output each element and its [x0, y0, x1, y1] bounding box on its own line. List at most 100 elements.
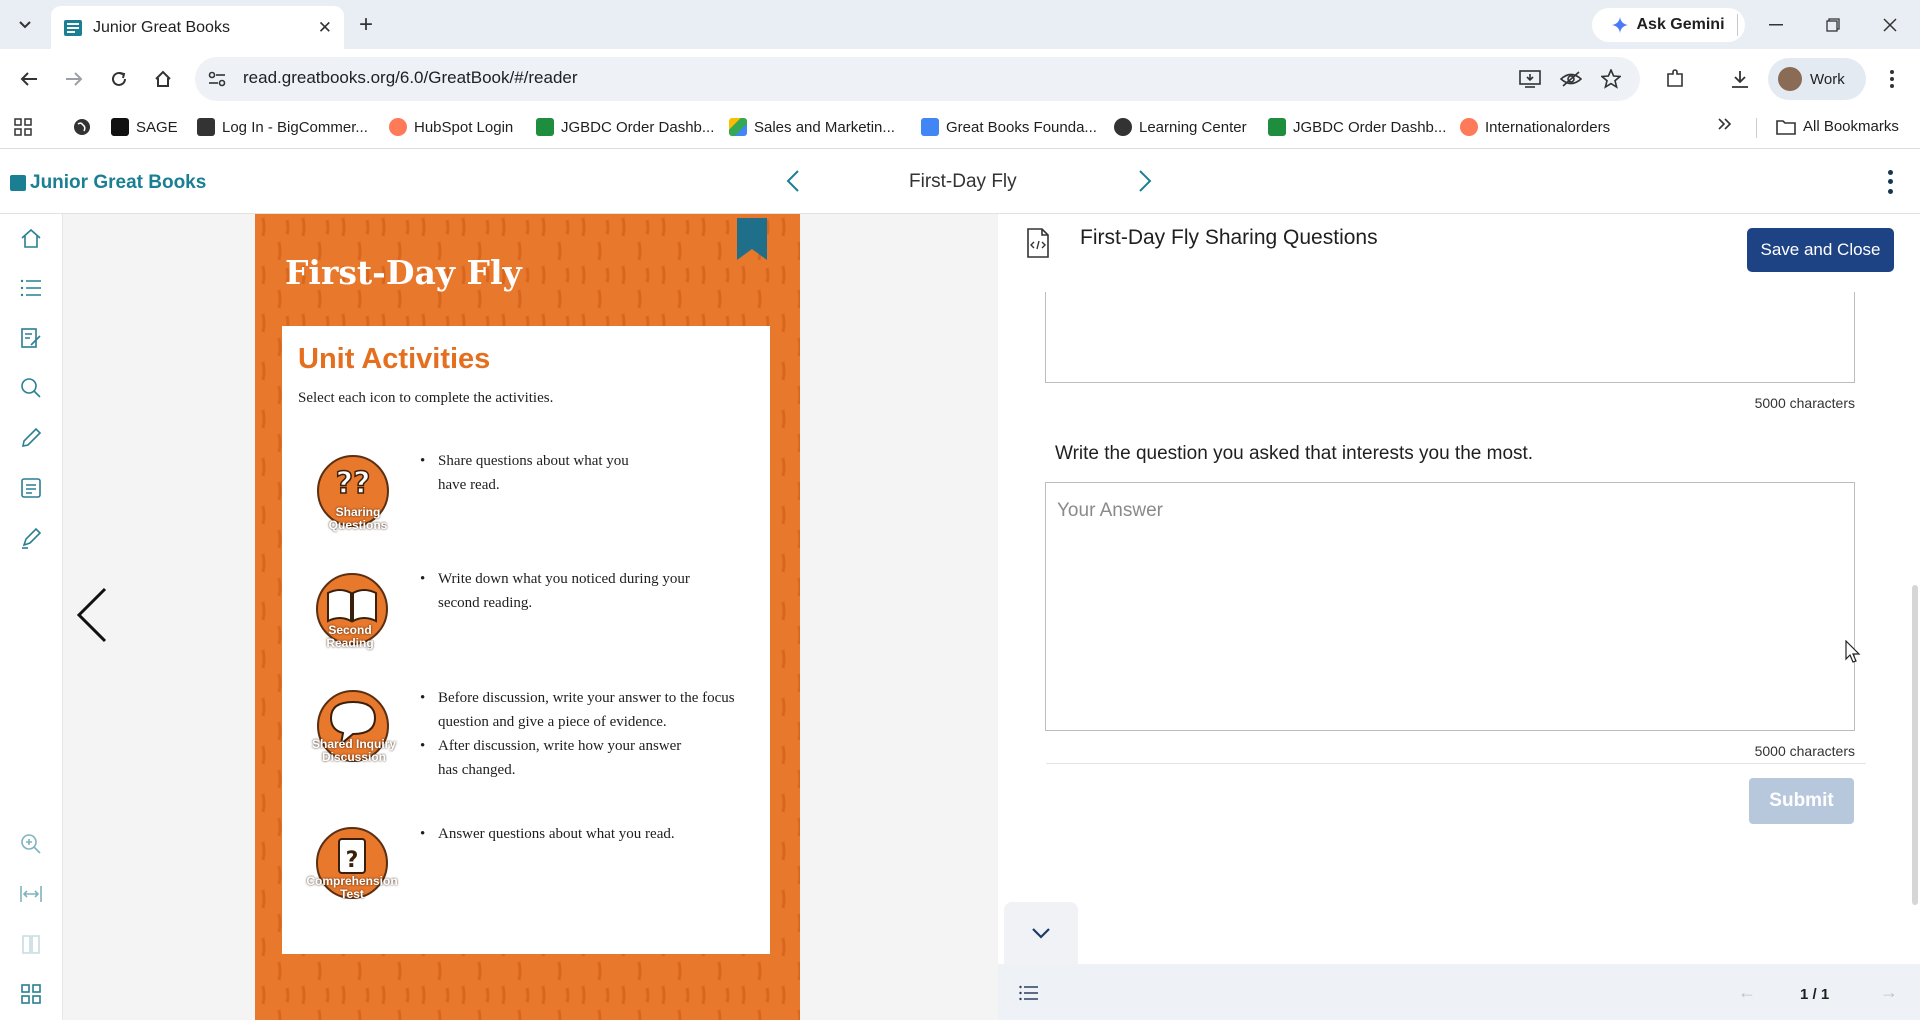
- close-tab-icon[interactable]: ✕: [318, 18, 332, 38]
- toc-icon[interactable]: [16, 273, 46, 303]
- list-icon[interactable]: [1018, 982, 1040, 1004]
- sheets-icon: [536, 118, 554, 136]
- close-window-icon[interactable]: [1875, 12, 1905, 38]
- activity-4-text: • Answer questions about what you read.: [420, 826, 675, 842]
- svg-text:?: ?: [346, 848, 359, 873]
- apps-grid-icon[interactable]: [14, 118, 32, 136]
- tracking-protection-icon[interactable]: [1558, 66, 1584, 92]
- new-tab-button[interactable]: +: [352, 11, 380, 39]
- site-info-icon[interactable]: [204, 66, 230, 92]
- jgb-logo[interactable]: Junior Great Books: [10, 172, 206, 194]
- submit-button[interactable]: Submit: [1749, 778, 1854, 824]
- answer-textbox-1[interactable]: [1045, 292, 1855, 383]
- chrome-divider: [1737, 14, 1738, 36]
- previous-selection-icon[interactable]: [779, 166, 807, 196]
- activity-3-text: • Before discussion, write your answer to…: [420, 690, 735, 778]
- save-and-close-button[interactable]: Save and Close: [1747, 228, 1894, 272]
- bookmark-star-icon[interactable]: [1598, 66, 1624, 92]
- panel-title: First-Day Fly Sharing Questions: [1080, 226, 1378, 249]
- answer-textbox-2[interactable]: [1045, 482, 1855, 731]
- second-reading-label: Second Reading: [326, 623, 374, 650]
- avatar: [1778, 67, 1802, 91]
- more-bookmarks-icon[interactable]: [1718, 118, 1732, 130]
- panel-footer: [998, 964, 1920, 1020]
- bookmarks-divider: [1756, 118, 1757, 138]
- pager-count: 1 / 1: [1800, 986, 1830, 1003]
- reload-icon[interactable]: [104, 64, 134, 94]
- fit-width-icon[interactable]: [16, 879, 46, 909]
- mouse-cursor-icon: [1845, 640, 1861, 663]
- minimize-icon[interactable]: [1761, 12, 1791, 38]
- previous-page-icon[interactable]: [73, 585, 109, 645]
- card-title: Unit Activities: [298, 343, 491, 375]
- bookmark-hubspot[interactable]: HubSpot Login: [389, 118, 513, 136]
- calendar-icon: [921, 118, 939, 136]
- notes-icon[interactable]: [16, 323, 46, 353]
- comprehension-test-label: Comprehension Test: [306, 874, 398, 901]
- book-title: First-Day Fly: [909, 171, 1017, 192]
- ask-gemini-label: Ask Gemini: [1636, 16, 1725, 33]
- collapse-panel-button[interactable]: [1004, 902, 1078, 964]
- chevron-down-icon: [1032, 928, 1050, 939]
- bookmarks-bar: SAGE Log In - BigCommer... HubSpot Login…: [0, 108, 1920, 149]
- bookmark-learning-center[interactable]: Learning Center: [1114, 118, 1247, 136]
- forward-icon[interactable]: [59, 64, 89, 94]
- install-app-icon[interactable]: [1517, 66, 1543, 92]
- html-document-icon: [1027, 228, 1049, 258]
- bookmark-internationalorders[interactable]: Internationalorders: [1460, 118, 1610, 136]
- ask-gemini-button[interactable]: Ask Gemini: [1592, 8, 1745, 42]
- prev-item-icon[interactable]: ←: [1738, 982, 1756, 1003]
- pencil-icon[interactable]: [16, 423, 46, 453]
- bookmark-bigcommerce[interactable]: Log In - BigCommer...: [197, 118, 368, 136]
- tab-search-chevron-icon[interactable]: [10, 12, 40, 38]
- search-icon[interactable]: [16, 373, 46, 403]
- home-button-icon[interactable]: [148, 64, 178, 94]
- zoom-in-icon[interactable]: [16, 829, 46, 859]
- journal-icon[interactable]: [16, 473, 46, 503]
- browser-tab[interactable]: Junior Great Books ✕: [51, 6, 344, 49]
- globe-bookmark-icon[interactable]: [73, 118, 91, 136]
- logo-mark-icon: [10, 175, 26, 191]
- question-prompt: Write the question you asked that intere…: [1055, 443, 1534, 464]
- highlighter-icon[interactable]: [16, 523, 46, 553]
- panel-scrollbar[interactable]: [1912, 585, 1918, 905]
- bookmark-jgbdc-2[interactable]: JGBDC Order Dashb...: [1268, 118, 1446, 136]
- drive-icon: [729, 118, 747, 136]
- all-bookmarks-button[interactable]: All Bookmarks: [1776, 118, 1899, 135]
- char-count-2: 5000 characters: [1754, 743, 1855, 759]
- bookmark-sage[interactable]: SAGE: [111, 118, 178, 136]
- restore-icon[interactable]: [1818, 12, 1848, 38]
- card-subtitle: Select each icon to complete the activit…: [298, 390, 554, 406]
- downloads-icon[interactable]: [1727, 66, 1753, 92]
- svg-text:??: ??: [336, 466, 371, 501]
- profile-button[interactable]: Work: [1768, 58, 1866, 100]
- next-item-icon[interactable]: →: [1880, 982, 1898, 1003]
- bookmark-sales-marketing[interactable]: Sales and Marketin...: [729, 118, 895, 136]
- folder-icon: [1776, 119, 1796, 135]
- chrome-menu-icon[interactable]: [1879, 66, 1905, 92]
- back-icon[interactable]: [14, 64, 44, 94]
- globe-icon: [1114, 118, 1132, 136]
- url-text[interactable]: read.greatbooks.org/6.0/GreatBook/#/read…: [243, 68, 578, 88]
- page-title: First-Day Fly: [285, 253, 522, 292]
- next-selection-icon[interactable]: [1131, 166, 1159, 196]
- hubspot-icon: [1460, 118, 1478, 136]
- book-icon[interactable]: [16, 929, 46, 959]
- home-icon[interactable]: [16, 223, 46, 253]
- sage-icon: [111, 118, 129, 136]
- char-count-1: 5000 characters: [1754, 395, 1855, 411]
- activity-2-text: • Write down what you noticed during your…: [420, 571, 690, 611]
- sheets-icon: [1268, 118, 1286, 136]
- grid-icon[interactable]: [16, 979, 46, 1009]
- profile-label: Work: [1810, 70, 1845, 88]
- bookmark-jgbdc-1[interactable]: JGBDC Order Dashb...: [536, 118, 714, 136]
- bookmark-great-books[interactable]: Great Books Founda...: [921, 118, 1097, 136]
- hubspot-icon: [389, 118, 407, 136]
- extensions-icon[interactable]: [1662, 66, 1688, 92]
- page-bookmark-icon[interactable]: [737, 218, 767, 260]
- panel-divider: [1046, 763, 1866, 764]
- app-menu-icon[interactable]: [1878, 168, 1902, 196]
- activity-1-text: • Share questions about what you have read…: [420, 453, 629, 493]
- bigcommerce-icon: [197, 118, 215, 136]
- logo-text: Junior Great Books: [30, 172, 207, 193]
